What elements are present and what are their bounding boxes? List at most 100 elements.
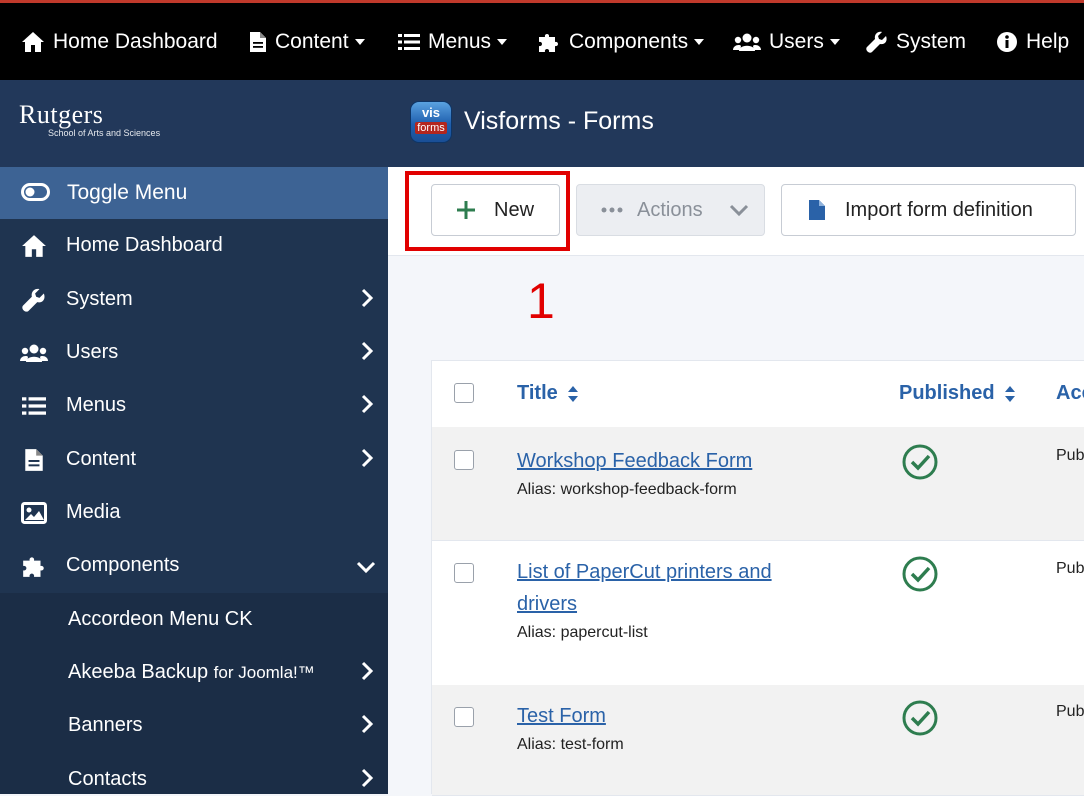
- file-icon: [20, 447, 48, 473]
- sidebar-item-users[interactable]: Users: [0, 326, 388, 379]
- info-icon: [997, 32, 1017, 52]
- access-level: Pub: [1056, 560, 1084, 577]
- nav-home-label: Home Dashboard: [53, 30, 218, 53]
- sidebar-item-media[interactable]: Media: [0, 486, 388, 539]
- table-row: List of PaperCut printers and drivers Al…: [432, 540, 1084, 686]
- nav-help-label: Help: [1026, 30, 1070, 53]
- forms-table: Title Published Acc Workshop Feedback Fo…: [431, 360, 1084, 796]
- nav-system-label: System: [896, 30, 967, 53]
- image-icon: [20, 500, 48, 526]
- sidebar-item-label: System: [66, 288, 133, 310]
- form-title-link[interactable]: List of PaperCut printers and drivers: [517, 556, 807, 620]
- actions-label: Actions: [637, 198, 703, 221]
- chevron-down-icon: [356, 557, 376, 580]
- annotation-highlight-box: [405, 171, 570, 251]
- actions-dropdown[interactable]: Actions: [576, 184, 765, 236]
- import-form-definition-button[interactable]: Import form definition: [781, 184, 1076, 236]
- wrench-icon: [866, 31, 887, 53]
- caret-down-icon: [829, 39, 840, 45]
- brand-subtitle: School of Arts and Sciences: [48, 128, 161, 138]
- table-header: Title Published Acc: [432, 361, 1084, 430]
- caret-down-icon: [354, 39, 365, 45]
- nav-help[interactable]: Help: [996, 24, 1069, 60]
- sidebar: Rutgers School of Arts and Sciences Togg…: [0, 80, 388, 794]
- sidebar-subitem-akeeba-backup[interactable]: Akeeba Backup for Joomla!™: [0, 646, 388, 699]
- column-header-published[interactable]: Published: [899, 382, 1016, 405]
- nav-menus-label: Menus: [428, 30, 492, 53]
- form-title-link[interactable]: Test Form: [517, 700, 807, 732]
- rutgers-logo[interactable]: Rutgers School of Arts and Sciences: [19, 102, 161, 139]
- users-icon: [733, 33, 761, 51]
- row-checkbox[interactable]: [454, 450, 474, 470]
- chevron-right-icon: [360, 288, 374, 314]
- sidebar-item-label: Home Dashboard: [66, 234, 223, 256]
- annotation-step-number: 1: [527, 273, 555, 329]
- app-icon-text-top: vis: [421, 105, 441, 120]
- sidebar-item-label: Media: [66, 501, 121, 523]
- sidebar-subitem-accordeon-menu-ck[interactable]: Accordeon Menu CK: [0, 593, 388, 646]
- sidebar-item-home-dashboard[interactable]: Home Dashboard: [0, 219, 388, 272]
- form-alias: Alias: papercut-list: [517, 624, 648, 641]
- home-icon: [22, 32, 44, 52]
- caret-down-icon: [694, 39, 705, 45]
- sidebar-item-label: Users: [66, 341, 119, 363]
- chevron-right-icon: [360, 448, 374, 474]
- import-button-label: Import form definition: [845, 198, 1033, 221]
- table-row: Workshop Feedback Form Alias: workshop-f…: [432, 427, 1084, 541]
- row-checkbox[interactable]: [454, 707, 474, 727]
- visforms-app-icon: vis forms: [410, 101, 452, 143]
- sidebar-subitem-label: Banners: [68, 714, 143, 736]
- nav-content[interactable]: Content: [249, 24, 365, 60]
- form-alias: Alias: test-form: [517, 736, 624, 753]
- sidebar-item-components[interactable]: Components: [0, 539, 388, 592]
- brand-area: Rutgers School of Arts and Sciences: [0, 80, 388, 167]
- published-check-icon[interactable]: [902, 444, 938, 480]
- column-header-access[interactable]: Acc: [1056, 382, 1084, 405]
- wrench-icon: [20, 287, 48, 313]
- page-header: vis forms Visforms - Forms: [388, 80, 1084, 167]
- ellipsis-icon: [601, 207, 623, 213]
- list-icon: [20, 393, 48, 419]
- access-level: Pub: [1056, 703, 1084, 720]
- toggle-menu-button[interactable]: Toggle Menu: [0, 167, 388, 219]
- nav-system[interactable]: System: [866, 24, 966, 60]
- home-icon: [20, 233, 48, 259]
- file-icon: [809, 200, 825, 220]
- list-icon: [398, 34, 420, 50]
- nav-users-label: Users: [769, 30, 824, 53]
- row-checkbox[interactable]: [454, 563, 474, 583]
- file-icon: [250, 32, 266, 52]
- caret-down-icon: [497, 39, 508, 45]
- puzzle-icon: [20, 553, 48, 579]
- sidebar-subitem-contacts[interactable]: Contacts: [0, 753, 388, 794]
- published-check-icon[interactable]: [902, 556, 938, 592]
- column-title-label: Title: [517, 382, 558, 404]
- chevron-right-icon: [360, 394, 374, 420]
- nav-components[interactable]: Components: [537, 24, 705, 60]
- form-alias: Alias: workshop-feedback-form: [517, 481, 737, 498]
- column-published-label: Published: [899, 382, 995, 404]
- page-title: Visforms - Forms: [464, 107, 654, 135]
- select-all-checkbox[interactable]: [454, 383, 474, 403]
- chevron-right-icon: [360, 768, 374, 794]
- chevron-right-icon: [360, 661, 374, 687]
- column-header-title[interactable]: Title: [517, 382, 579, 405]
- top-navbar: Home Dashboard Content Menus Components …: [0, 0, 1084, 80]
- nav-menus[interactable]: Menus: [398, 24, 508, 60]
- nav-components-label: Components: [569, 30, 689, 53]
- users-icon: [20, 340, 48, 366]
- nav-users[interactable]: Users: [733, 24, 840, 60]
- sidebar-item-system[interactable]: System: [0, 273, 388, 326]
- toggle-menu-label: Toggle Menu: [67, 181, 188, 204]
- sidebar-item-menus[interactable]: Menus: [0, 379, 388, 432]
- sidebar-subitem-banners[interactable]: Banners: [0, 699, 388, 752]
- published-check-icon[interactable]: [902, 700, 938, 736]
- chevron-right-icon: [360, 714, 374, 740]
- sidebar-item-label: Components: [66, 554, 180, 576]
- sidebar-subitem-label: Contacts: [68, 768, 147, 790]
- table-row: Test Form Alias: test-form Pub: [432, 685, 1084, 796]
- sort-icon: [568, 385, 579, 402]
- form-title-link[interactable]: Workshop Feedback Form: [517, 445, 807, 477]
- sidebar-item-content[interactable]: Content: [0, 433, 388, 486]
- nav-home-dashboard[interactable]: Home Dashboard: [21, 24, 218, 60]
